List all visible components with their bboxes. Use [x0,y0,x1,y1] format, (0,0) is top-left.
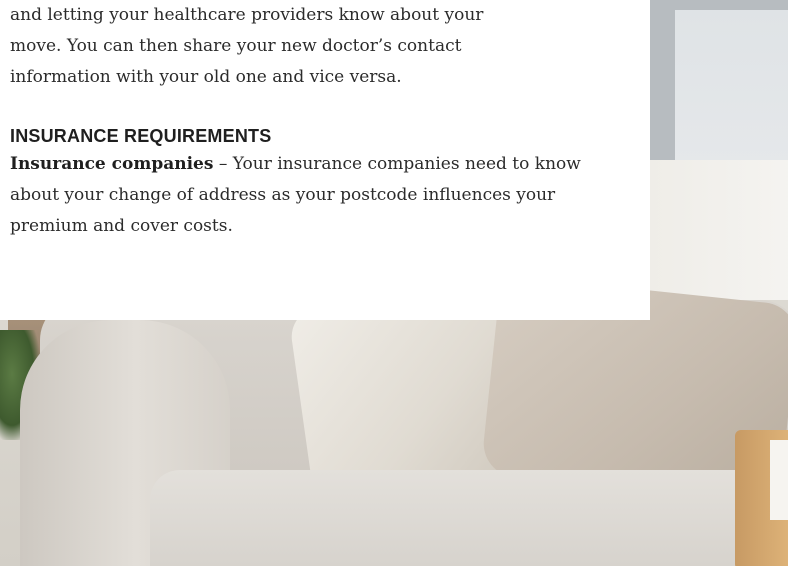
article-body: and letting your healthcare providers kn… [10,0,630,242]
page: and letting your healthcare providers kn… [0,0,788,566]
side-table-object [770,440,788,520]
continued-paragraph: and letting your healthcare providers kn… [10,0,630,93]
sofa-seat [150,470,788,566]
article-text-panel: and letting your healthcare providers kn… [0,0,650,320]
insurance-paragraph: Insurance companies – Your insurance com… [10,149,630,242]
wall-highlight [650,160,788,300]
paragraph-line: information with your old one and vice v… [10,67,402,87]
paragraph-line: and letting your healthcare providers kn… [10,5,484,25]
paragraph-line: move. You can then share your new doctor… [10,36,462,56]
section-heading: INSURANCE REQUIREMENTS [10,126,272,146]
insurance-lead: Insurance companies [10,154,214,174]
